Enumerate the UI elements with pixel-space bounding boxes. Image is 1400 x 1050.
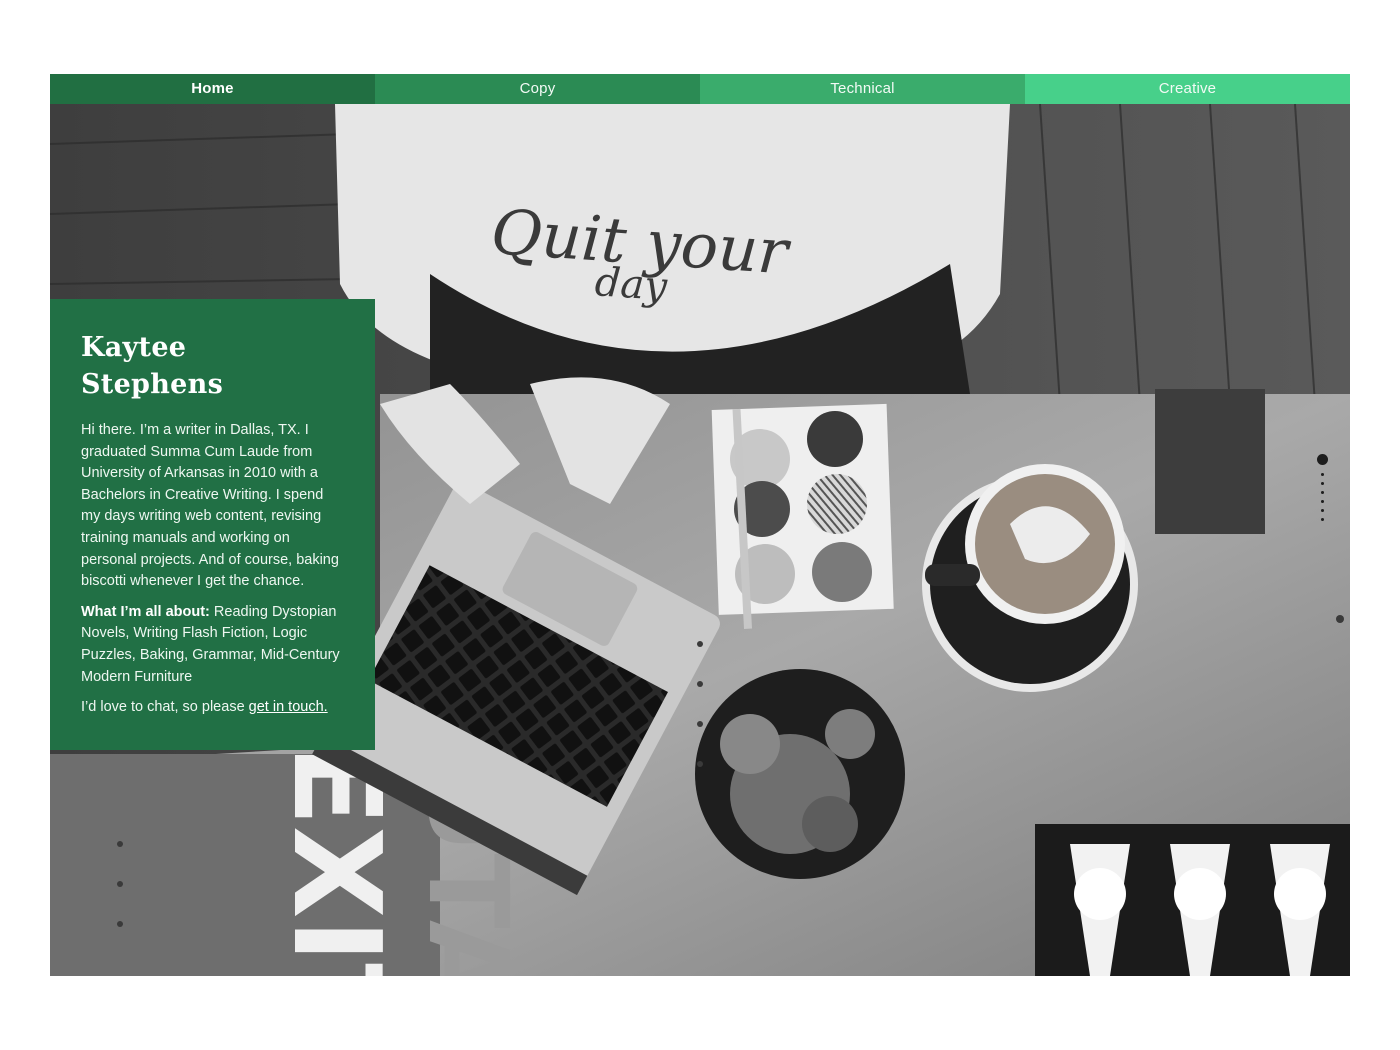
get-in-touch-link[interactable]: get in touch. — [249, 699, 328, 715]
main-nav: Home Copy Technical Creative — [50, 74, 1350, 104]
cone-sticker — [1035, 824, 1350, 976]
slider-dot[interactable] — [1320, 518, 1324, 521]
contact-paragraph: I’d love to chat, so please get in touch… — [81, 697, 345, 719]
shirt-text-2: day — [593, 259, 669, 310]
slider-dot[interactable] — [1320, 509, 1324, 512]
nav-tab-copy[interactable]: Copy — [375, 74, 700, 104]
slider-dot[interactable] — [1320, 482, 1324, 485]
nav-tab-creative[interactable]: Creative — [1025, 74, 1350, 104]
notebook — [711, 403, 894, 629]
page-frame: Home Copy Technical Creative Quit your d… — [50, 74, 1350, 976]
contact-text: I’d love to chat, so please — [81, 699, 245, 716]
metal-patch — [1155, 389, 1265, 534]
slider-dot[interactable] — [1320, 500, 1324, 503]
intro-card: Kaytee Stephens Hi there. I’m a writer i… — [50, 299, 375, 750]
slider-dots — [1316, 454, 1328, 527]
succulent-bowl — [695, 669, 905, 879]
nav-tab-technical[interactable]: Technical — [700, 74, 1025, 104]
nav-tab-home[interactable]: Home — [50, 74, 375, 104]
bio-paragraph: Hi there. I’m a writer in Dallas, TX. I … — [81, 422, 339, 590]
name-last: Stephens — [81, 369, 224, 400]
slider-dot[interactable] — [1316, 454, 1328, 465]
name-first: Kaytee — [81, 332, 187, 363]
page-title: Kaytee Stephens — [81, 329, 345, 403]
slider-dot[interactable] — [1320, 491, 1324, 494]
interests-label: What I’m all about: — [81, 603, 210, 620]
interests-paragraph: What I’m all about: Reading Dystopian No… — [81, 602, 345, 688]
slider-dot[interactable] — [1320, 473, 1324, 476]
